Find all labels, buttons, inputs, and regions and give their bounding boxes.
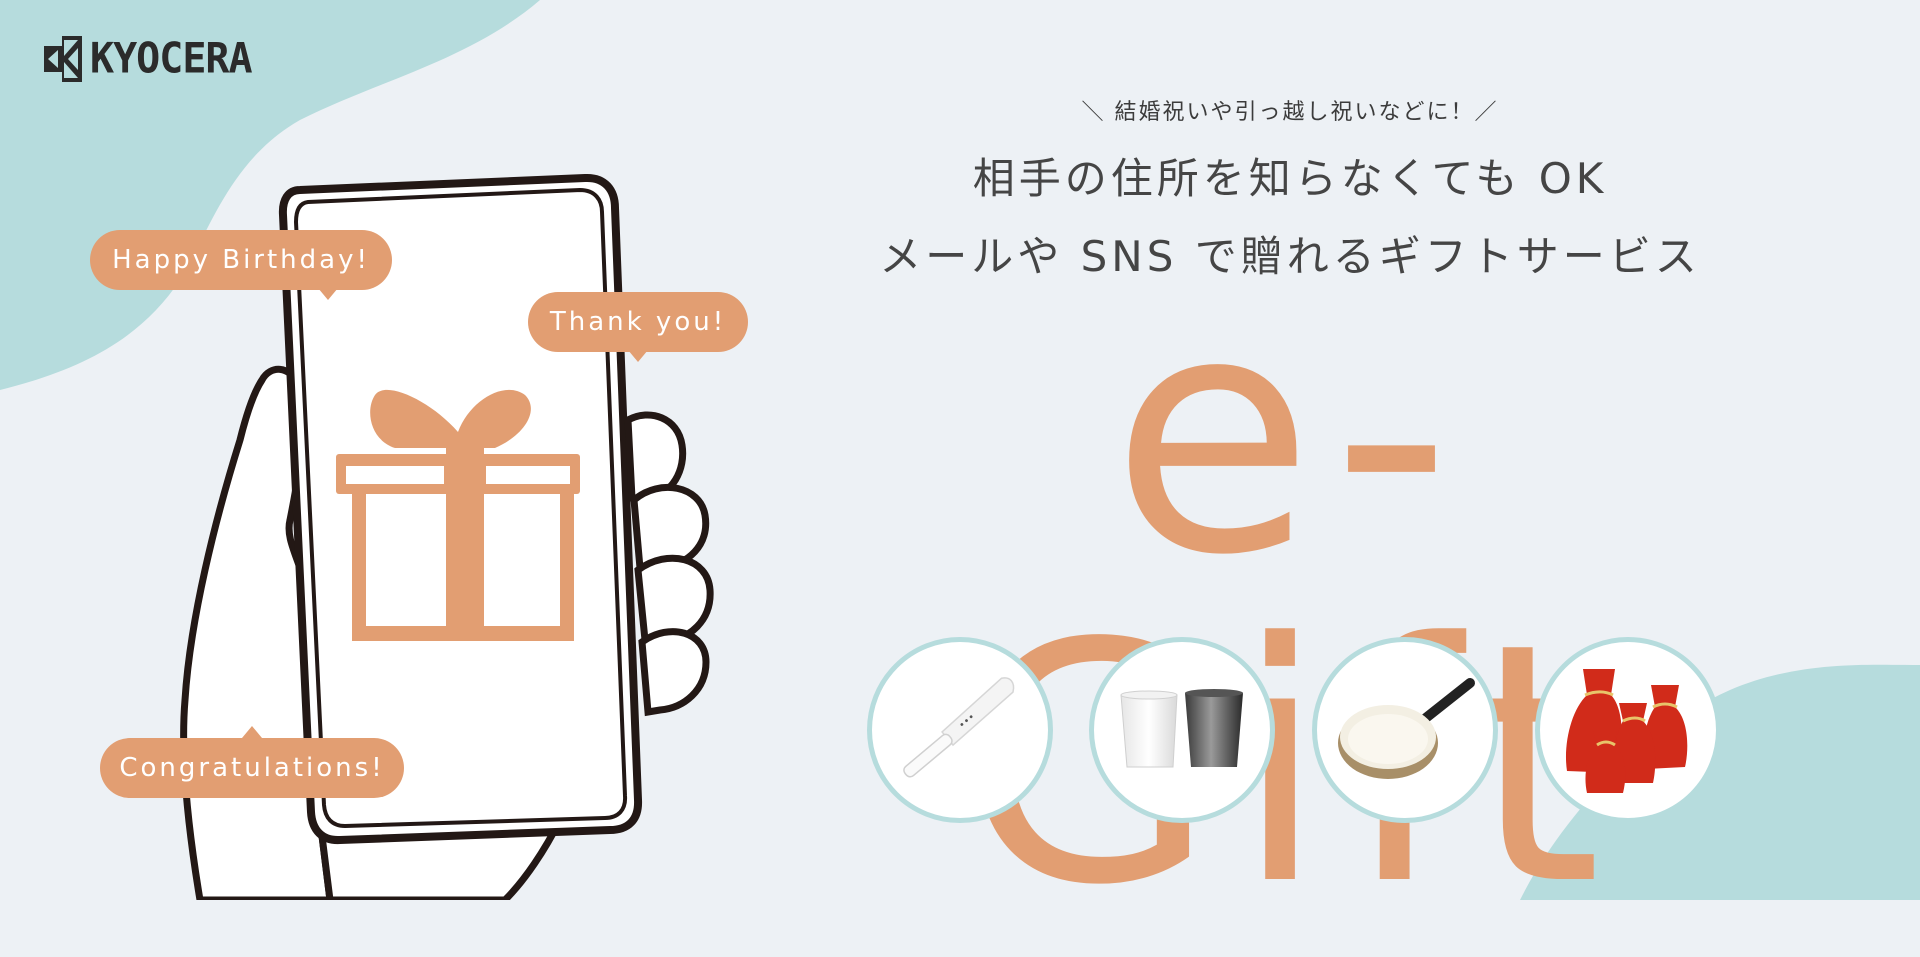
bubble-happy-birthday: Happy Birthday!: [90, 230, 392, 300]
gift-lid-highlight-right: [486, 466, 570, 484]
frying-pan-icon: [1338, 678, 1475, 779]
product-circle-tumblers[interactable]: [1089, 637, 1275, 823]
product-circle-frying-pan[interactable]: [1312, 637, 1498, 823]
tumbler-pair-icon: [1120, 689, 1243, 768]
knife-icon: [903, 677, 1015, 778]
product-circle-knife[interactable]: [867, 637, 1053, 823]
fingers: [624, 411, 714, 717]
bubble-congratulations: Congratulations!: [100, 726, 404, 798]
gift-lid-highlight-left: [346, 466, 444, 484]
product-circle-gift-bags[interactable]: [1535, 637, 1721, 823]
gift-bags-icon: [1565, 669, 1688, 793]
bubble-thank-you: Thank you!: [528, 292, 748, 362]
